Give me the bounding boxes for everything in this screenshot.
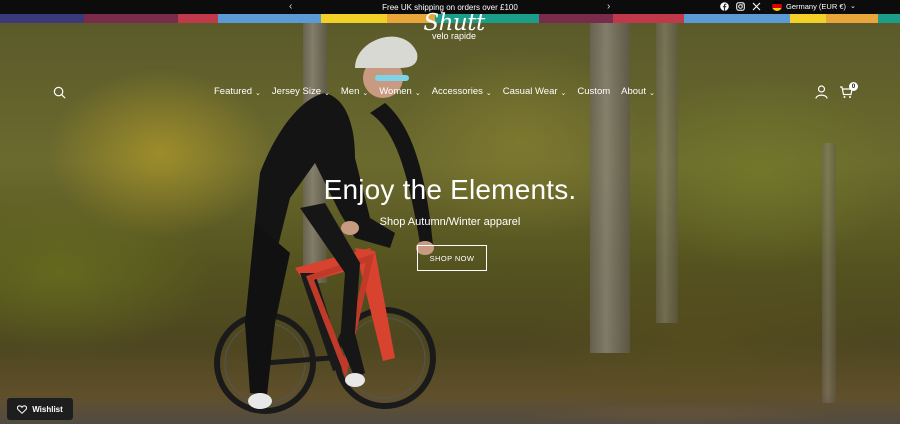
facebook-icon[interactable] [720,1,729,11]
nav-item-label: Jersey Size [271,86,322,97]
stripe-segment [320,14,388,23]
stripe-segment [878,14,900,23]
flag-band [772,7,782,11]
chevron-down-icon: ⌄ [560,89,567,97]
main-navigation: Featured ⌄ Jersey Size ⌄ Men ⌄ Women ⌄ Accessori… [214,86,666,97]
locale-selector[interactable]: Germany (EUR €) ⌄ [772,0,856,12]
nav-item-label: Casual Wear [502,86,558,97]
stripe-segment [539,14,614,23]
chevron-down-icon: ⌄ [324,89,330,97]
chevron-down-icon: ⌄ [648,89,655,97]
tree-trunk [656,23,678,323]
social-links [720,0,761,12]
stripe-segment [218,14,274,23]
stripe-segment [825,14,879,23]
hero-headline: Enjoy the Elements. [323,174,577,205]
chevron-left-icon[interactable]: ‹ [289,0,292,14]
stripe-segment [178,14,219,23]
search-icon[interactable] [52,85,66,99]
heart-icon [17,404,28,414]
chevron-down-icon: ⌄ [255,89,261,97]
wishlist-label: Wishlist [32,404,63,414]
instagram-icon[interactable] [736,1,745,11]
nav-item-accessories[interactable]: Accessories ⌄ [432,86,503,97]
nav-item-label: Accessories [431,86,483,97]
account-icon[interactable] [814,84,828,99]
nav-item-men[interactable]: Men ⌄ [341,86,379,97]
wishlist-button[interactable]: Wishlist [7,398,73,420]
nav-item-women[interactable]: Women ⌄ [379,86,431,97]
stripe-segment [789,14,826,23]
stripe-segment [0,14,84,23]
chevron-down-icon: ⌄ [485,89,492,97]
nav-item-label: About [621,86,646,97]
nav-item-custom[interactable]: Custom [577,86,621,97]
nav-item-label: Featured [214,86,253,97]
hero-subline: Shop Autumn/Winter apparel [379,216,521,228]
chevron-down-icon: ⌄ [362,89,369,97]
chevron-down-icon: ⌄ [414,89,421,97]
nav-item-label: Custom [577,86,611,97]
chevron-right-icon[interactable]: › [607,0,610,14]
nav-item-featured[interactable]: Featured ⌄ [214,86,272,97]
nav-item-jersey-size[interactable]: Jersey Size ⌄ [272,86,341,97]
stripe-segment [683,14,790,23]
stripe-segment [613,14,684,23]
shop-now-button[interactable]: SHOP NOW [417,245,487,271]
cart-count-badge: 0 [849,82,858,91]
nav-item-label: Men [340,86,360,97]
x-icon[interactable] [752,2,761,11]
germany-flag-icon [772,1,782,11]
nav-item-casual-wear[interactable]: Casual Wear ⌄ [503,86,578,97]
site-logo[interactable]: Shutt velo rapide [419,12,489,41]
stripe-segment [83,14,179,23]
nav-item-label: Women [379,86,412,97]
nav-item-about[interactable]: About ⌄ [621,86,666,97]
chevron-down-icon: ⌄ [850,3,856,10]
locale-label: Germany (EUR €) [786,1,847,11]
stripe-segment [273,14,321,23]
